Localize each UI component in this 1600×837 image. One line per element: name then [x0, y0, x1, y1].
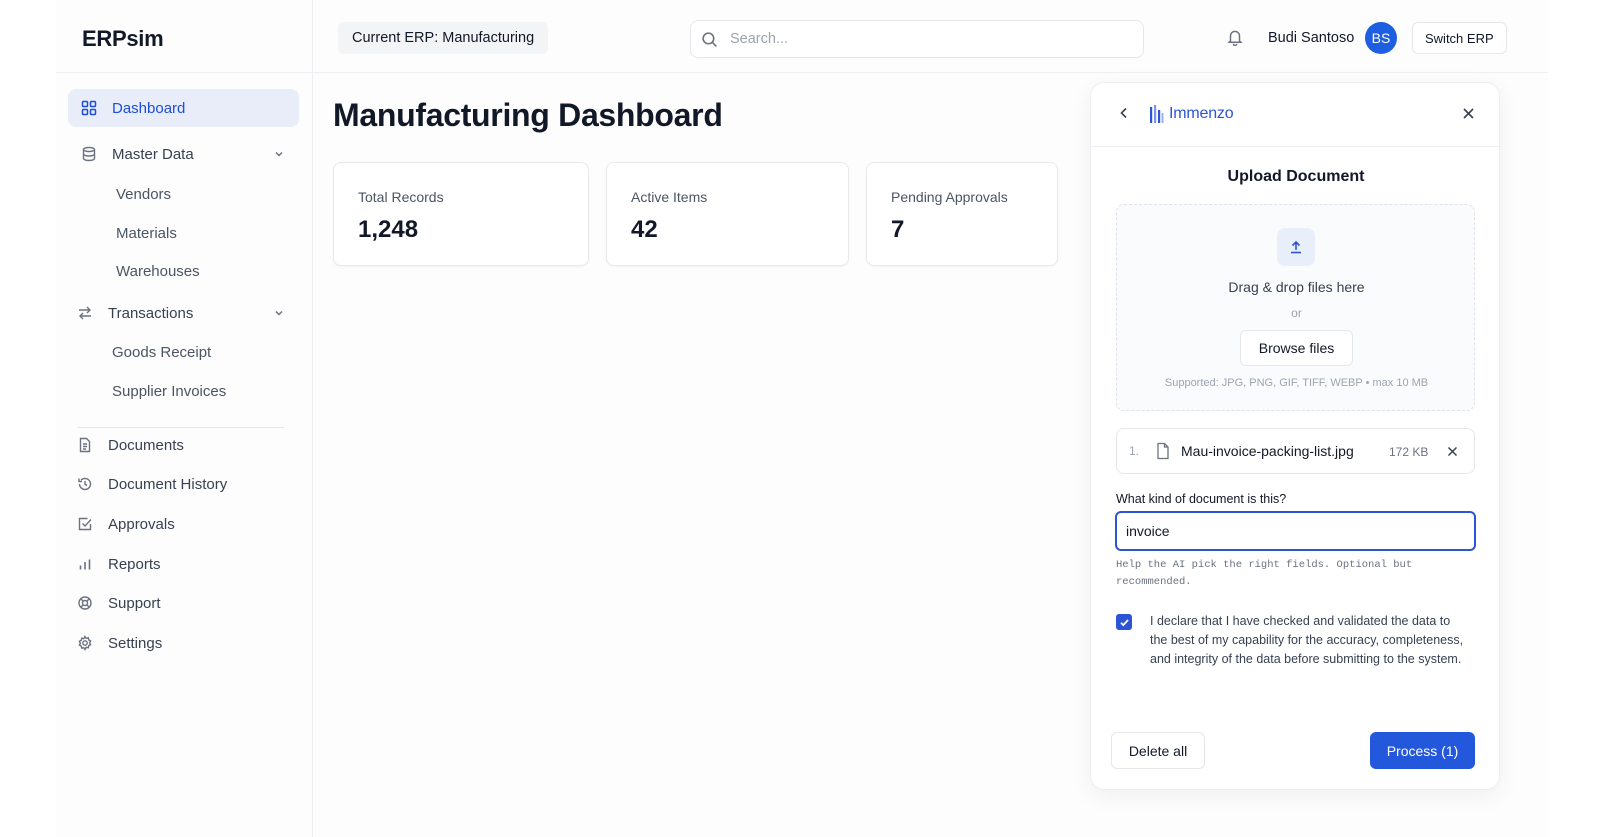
declaration-checkbox[interactable]	[1116, 614, 1132, 630]
sidebar-item-document-history[interactable]: Document History	[68, 465, 299, 503]
stat-label: Pending Approvals	[891, 189, 1008, 205]
app-frame: ERPsim Dashboard Master Data Vendors Mat…	[56, 0, 1548, 837]
sidebar-subitem-materials[interactable]: Materials	[116, 225, 177, 242]
browse-files-button[interactable]: Browse files	[1240, 330, 1353, 366]
search-bar[interactable]	[690, 20, 1144, 58]
page-title: Manufacturing Dashboard	[333, 97, 723, 133]
history-icon	[76, 475, 94, 493]
logo-text: Immenzo	[1169, 105, 1234, 122]
sidebar-item-dashboard[interactable]: Dashboard	[68, 89, 299, 127]
file-name: Mau-invoice-packing-list.jpg	[1181, 443, 1354, 459]
document-icon	[76, 436, 94, 454]
database-icon	[80, 145, 98, 163]
grid-icon	[80, 99, 98, 117]
document-type-input[interactable]	[1115, 511, 1476, 551]
bell-icon[interactable]	[1226, 28, 1244, 51]
sidebar-item-label: Reports	[108, 555, 161, 573]
dropzone-text: Drag & drop files here	[1228, 279, 1365, 295]
checkbox-icon	[76, 515, 94, 533]
lifebuoy-icon	[76, 594, 94, 612]
sidebar-item-label: Approvals	[108, 515, 175, 533]
supported-formats-text: Supported: JPG, PNG, GIF, TIFF, WEBP • m…	[1164, 377, 1429, 389]
arrows-swap-icon	[76, 304, 94, 322]
stat-label: Total Records	[358, 189, 444, 205]
document-type-label: What kind of document is this?	[1116, 492, 1287, 506]
panel-header: Immenzo	[1091, 83, 1501, 147]
current-erp-badge: Current ERP: Manufacturing	[338, 22, 549, 54]
avatar[interactable]: BS	[1365, 22, 1397, 54]
immenzo-logo: Immenzo	[1149, 103, 1234, 125]
sidebar-subitem-goods-receipt[interactable]: Goods Receipt	[112, 344, 211, 361]
file-list-item: 1. Mau-invoice-packing-list.jpg 172 KB	[1116, 428, 1475, 474]
file-dropzone[interactable]: Drag & drop files here or Browse files S…	[1116, 204, 1475, 411]
chevron-down-icon[interactable]	[273, 147, 285, 164]
sidebar-item-label: Documents	[108, 436, 184, 454]
sidebar-header-divider	[56, 72, 313, 73]
sidebar-item-label: Settings	[108, 634, 163, 652]
brand-logo[interactable]: ERPsim	[82, 26, 164, 52]
upload-panel: Immenzo Upload Document Drag & drop file…	[1090, 82, 1501, 790]
sidebar-item-reports[interactable]: Reports	[68, 545, 299, 583]
stat-card-active-items: Active Items 42	[606, 162, 849, 266]
sidebar: ERPsim Dashboard Master Data Vendors Mat…	[56, 0, 313, 837]
chevron-down-icon[interactable]	[273, 306, 285, 323]
sidebar-item-label: Transactions	[108, 304, 194, 322]
file-icon	[1155, 442, 1171, 465]
file-index: 1.	[1129, 444, 1140, 458]
file-size: 172 KB	[1389, 445, 1429, 459]
sidebar-item-label: Support	[108, 594, 161, 612]
remove-file-icon[interactable]	[1447, 444, 1458, 462]
stat-card-total-records: Total Records 1,248	[333, 162, 589, 266]
declaration-text: I declare that I have checked and valida…	[1150, 614, 1464, 666]
dropzone-or: or	[1291, 306, 1302, 320]
sidebar-item-settings[interactable]: Settings	[68, 624, 299, 662]
process-button[interactable]: Process (1)	[1370, 732, 1475, 769]
bar-chart-icon	[76, 555, 94, 573]
stat-value: 7	[891, 216, 905, 243]
panel-title: Upload Document	[1227, 168, 1365, 185]
stat-value: 1,248	[358, 216, 419, 243]
check-icon	[1119, 618, 1129, 626]
sidebar-item-transactions[interactable]: Transactions	[68, 294, 299, 332]
sidebar-item-master-data[interactable]: Master Data	[68, 135, 299, 173]
sidebar-item-label: Document History	[108, 475, 228, 493]
document-type-help: Help the AI pick the right fields. Optio…	[1116, 559, 1413, 588]
close-icon[interactable]	[1462, 107, 1475, 125]
immenzo-logo-icon	[1150, 105, 1164, 123]
stat-value: 42	[631, 216, 658, 243]
search-icon	[701, 31, 718, 48]
sidebar-item-support[interactable]: Support	[68, 584, 299, 622]
sidebar-item-label: Dashboard	[112, 99, 186, 117]
search-input[interactable]	[730, 31, 1110, 47]
header-divider	[313, 72, 1548, 73]
gear-icon	[76, 634, 94, 652]
stat-label: Active Items	[631, 189, 708, 205]
sidebar-item-approvals[interactable]: Approvals	[68, 505, 299, 543]
switch-erp-button[interactable]: Switch ERP	[1412, 22, 1507, 54]
sidebar-subitem-vendors[interactable]: Vendors	[116, 186, 171, 203]
sidebar-subitem-warehouses[interactable]: Warehouses	[116, 263, 200, 280]
sidebar-item-documents[interactable]: Documents	[68, 426, 299, 464]
upload-icon	[1277, 228, 1315, 266]
chevron-left-icon[interactable]	[1117, 106, 1131, 125]
sidebar-item-label: Master Data	[112, 145, 194, 163]
user-name[interactable]: Budi Santoso	[1268, 30, 1354, 46]
sidebar-subitem-supplier-invoices[interactable]: Supplier Invoices	[112, 383, 226, 400]
delete-all-button[interactable]: Delete all	[1111, 732, 1205, 769]
stat-card-pending-approvals: Pending Approvals 7	[866, 162, 1058, 266]
